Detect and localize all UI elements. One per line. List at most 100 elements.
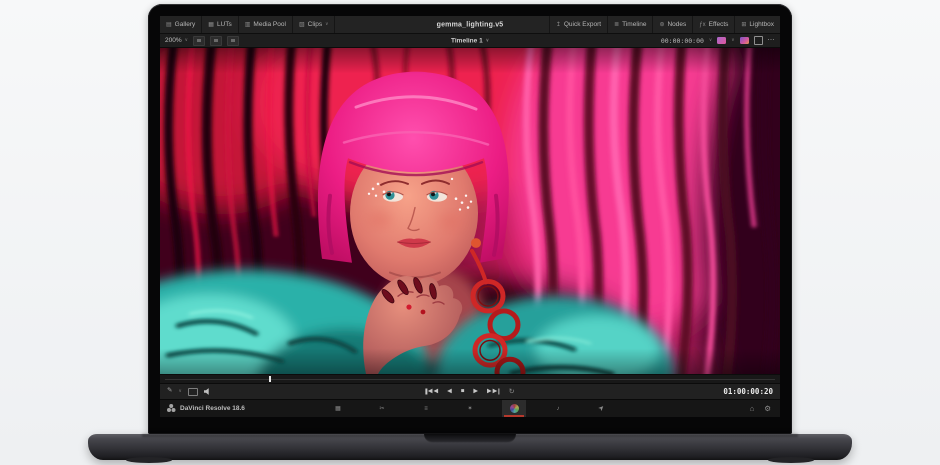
page-switcher: ▦ ✂ ≡ ✶ ♪ ➤ bbox=[326, 400, 614, 417]
scopes-button[interactable] bbox=[717, 37, 726, 44]
transport-controls: ◀◀ ◀ ■ ▶ ▶▶ ↻ bbox=[425, 388, 514, 395]
settings-button[interactable]: ⚙ bbox=[764, 405, 771, 413]
quick-export-label: Quick Export bbox=[564, 21, 601, 28]
luts-label: LUTs bbox=[217, 21, 232, 28]
quick-export-icon: ↥ bbox=[556, 22, 561, 28]
app-version: DaVinci Resolve 18.6 bbox=[180, 405, 245, 412]
clips-icon: ▧ bbox=[299, 22, 305, 28]
tab-deliver-page[interactable]: ➤ bbox=[590, 400, 614, 417]
viewer-toggle-button-1[interactable] bbox=[193, 36, 205, 46]
edit-page-icon: ≡ bbox=[424, 406, 428, 412]
viewer-options-button[interactable]: ⋯ bbox=[768, 37, 776, 44]
play-button[interactable]: ▶ bbox=[473, 389, 478, 395]
playhead[interactable] bbox=[269, 376, 271, 382]
gallery-icon: ▤ bbox=[166, 22, 172, 28]
viewer-zoom-controls: 200% ∨ bbox=[165, 36, 239, 46]
top-toolbar: ▤ Gallery ▦ LUTs ▥ Media Pool ▧ bbox=[160, 16, 780, 34]
annotation-tool-button[interactable]: ✎ bbox=[167, 388, 172, 395]
loop-button[interactable]: ↻ bbox=[509, 388, 515, 395]
tab-color-page[interactable] bbox=[502, 400, 526, 417]
page-bar: DaVinci Resolve 18.6 ▦ ✂ ≡ ✶ ♪ ➤ ⌂ ⚙ bbox=[160, 399, 780, 417]
expand-viewer-button[interactable] bbox=[754, 36, 763, 45]
luts-button[interactable]: ▦ LUTs bbox=[201, 16, 237, 33]
clip-timecode: 00:00:00:00 bbox=[661, 37, 704, 45]
color-page-icon bbox=[510, 404, 519, 413]
media-page-icon: ▦ bbox=[335, 406, 341, 412]
davinci-resolve-window: ▤ Gallery ▦ LUTs ▥ Media Pool ▧ bbox=[160, 16, 780, 417]
lid-notch bbox=[424, 434, 516, 443]
viewer-tools: ✎ ∨ bbox=[160, 388, 212, 396]
lightbox-icon: ⊞ bbox=[741, 22, 746, 28]
app-branding: DaVinci Resolve 18.6 bbox=[160, 405, 245, 412]
quick-export-button[interactable]: ↥ Quick Export bbox=[550, 16, 607, 33]
luts-icon: ▦ bbox=[208, 22, 214, 28]
laptop-screen: ▤ Gallery ▦ LUTs ▥ Media Pool ▧ bbox=[148, 4, 792, 434]
chevron-down-icon: ∨ bbox=[178, 389, 181, 394]
gallery-button[interactable]: ▤ Gallery bbox=[160, 16, 201, 33]
effects-label: Effects bbox=[709, 21, 729, 28]
timeline-icon: ≣ bbox=[614, 22, 619, 28]
fairlight-page-icon: ♪ bbox=[557, 406, 560, 412]
fusion-page-icon: ✶ bbox=[467, 406, 472, 412]
chevron-down-icon: ∨ bbox=[185, 38, 188, 43]
tab-media-page[interactable]: ▦ bbox=[326, 400, 350, 417]
effects-button[interactable]: ƒx Effects bbox=[692, 16, 734, 33]
tab-cut-page[interactable]: ✂ bbox=[370, 400, 394, 417]
deliver-page-icon: ➤ bbox=[597, 404, 606, 413]
tab-fusion-page[interactable]: ✶ bbox=[458, 400, 482, 417]
go-to-end-button[interactable]: ▶▶ bbox=[487, 389, 500, 395]
viewer-toggle-button-2[interactable] bbox=[210, 36, 222, 46]
chevron-down-icon: ∨ bbox=[325, 22, 328, 27]
color-viewer-button[interactable] bbox=[740, 37, 749, 44]
media-pool-icon: ▥ bbox=[245, 22, 251, 28]
page-bar-right: ⌂ ⚙ bbox=[750, 405, 780, 413]
toolbar-left-group: ▤ Gallery ▦ LUTs ▥ Media Pool ▧ bbox=[160, 16, 335, 33]
timeline-button[interactable]: ≣ Timeline bbox=[607, 16, 652, 33]
cut-page-icon: ✂ bbox=[379, 406, 384, 412]
effects-icon: ƒx bbox=[699, 22, 705, 28]
media-pool-label: Media Pool bbox=[253, 21, 286, 28]
macbook-pro: ▤ Gallery ▦ LUTs ▥ Media Pool ▧ bbox=[0, 0, 940, 465]
go-to-start-button[interactable]: ◀◀ bbox=[425, 389, 438, 395]
nodes-label: Nodes bbox=[667, 21, 686, 28]
timeline-label: Timeline bbox=[622, 21, 646, 28]
chevron-down-icon: ∨ bbox=[486, 38, 489, 43]
clips-button[interactable]: ▧ Clips ∨ bbox=[292, 16, 334, 33]
chevron-down-icon: ∨ bbox=[731, 38, 734, 43]
nodes-button[interactable]: ⊛ Nodes bbox=[652, 16, 692, 33]
timeline-scrubber[interactable] bbox=[160, 374, 780, 383]
media-pool-button[interactable]: ▥ Media Pool bbox=[238, 16, 292, 33]
viewer-image bbox=[160, 48, 780, 374]
rubber-foot bbox=[126, 457, 172, 463]
lightbox-label: Lightbox bbox=[749, 21, 774, 28]
clips-label: Clips bbox=[308, 21, 322, 28]
audio-mute-button[interactable] bbox=[204, 388, 212, 396]
tab-edit-page[interactable]: ≡ bbox=[414, 400, 438, 417]
stop-button[interactable]: ■ bbox=[461, 389, 465, 395]
viewer-header-right: 00:00:00:00 ∨ ∨ ⋯ bbox=[661, 36, 775, 45]
chevron-down-icon: ∨ bbox=[709, 38, 712, 43]
viewer-photo bbox=[160, 48, 780, 374]
laptop-base bbox=[88, 434, 852, 460]
toggle-icon bbox=[197, 39, 201, 42]
rubber-foot bbox=[768, 457, 814, 463]
page-background: ▤ Gallery ▦ LUTs ▥ Media Pool ▧ bbox=[0, 0, 940, 465]
home-button[interactable]: ⌂ bbox=[750, 405, 755, 413]
gallery-label: Gallery bbox=[175, 21, 196, 28]
toggle-icon bbox=[231, 39, 235, 42]
toggle-icon bbox=[214, 39, 218, 42]
tab-fairlight-page[interactable]: ♪ bbox=[546, 400, 570, 417]
lightbox-button[interactable]: ⊞ Lightbox bbox=[734, 16, 780, 33]
master-timecode: 01:00:00:20 bbox=[723, 387, 780, 396]
nodes-icon: ⊛ bbox=[659, 22, 664, 28]
davinci-resolve-logo-icon bbox=[167, 408, 171, 412]
toolbar-right-group: ↥ Quick Export ≣ Timeline ⊛ Nodes ƒx bbox=[549, 16, 780, 33]
zoom-level-select[interactable]: 200% bbox=[165, 37, 182, 44]
timeline-selector[interactable]: Timeline 1 ∨ bbox=[451, 37, 489, 44]
step-back-button[interactable]: ◀ bbox=[447, 389, 452, 395]
wipe-mode-button[interactable] bbox=[188, 388, 198, 396]
viewer-header: 200% ∨ Timeline 1 ∨ 00:00:00:00 ∨ bbox=[160, 34, 780, 48]
viewer-toggle-button-3[interactable] bbox=[227, 36, 239, 46]
transport-bar: ✎ ∨ ◀◀ ◀ ■ ▶ ▶▶ ↻ 01:00:00:20 bbox=[160, 383, 780, 399]
project-title: gemma_lighting.v5 bbox=[437, 21, 504, 28]
